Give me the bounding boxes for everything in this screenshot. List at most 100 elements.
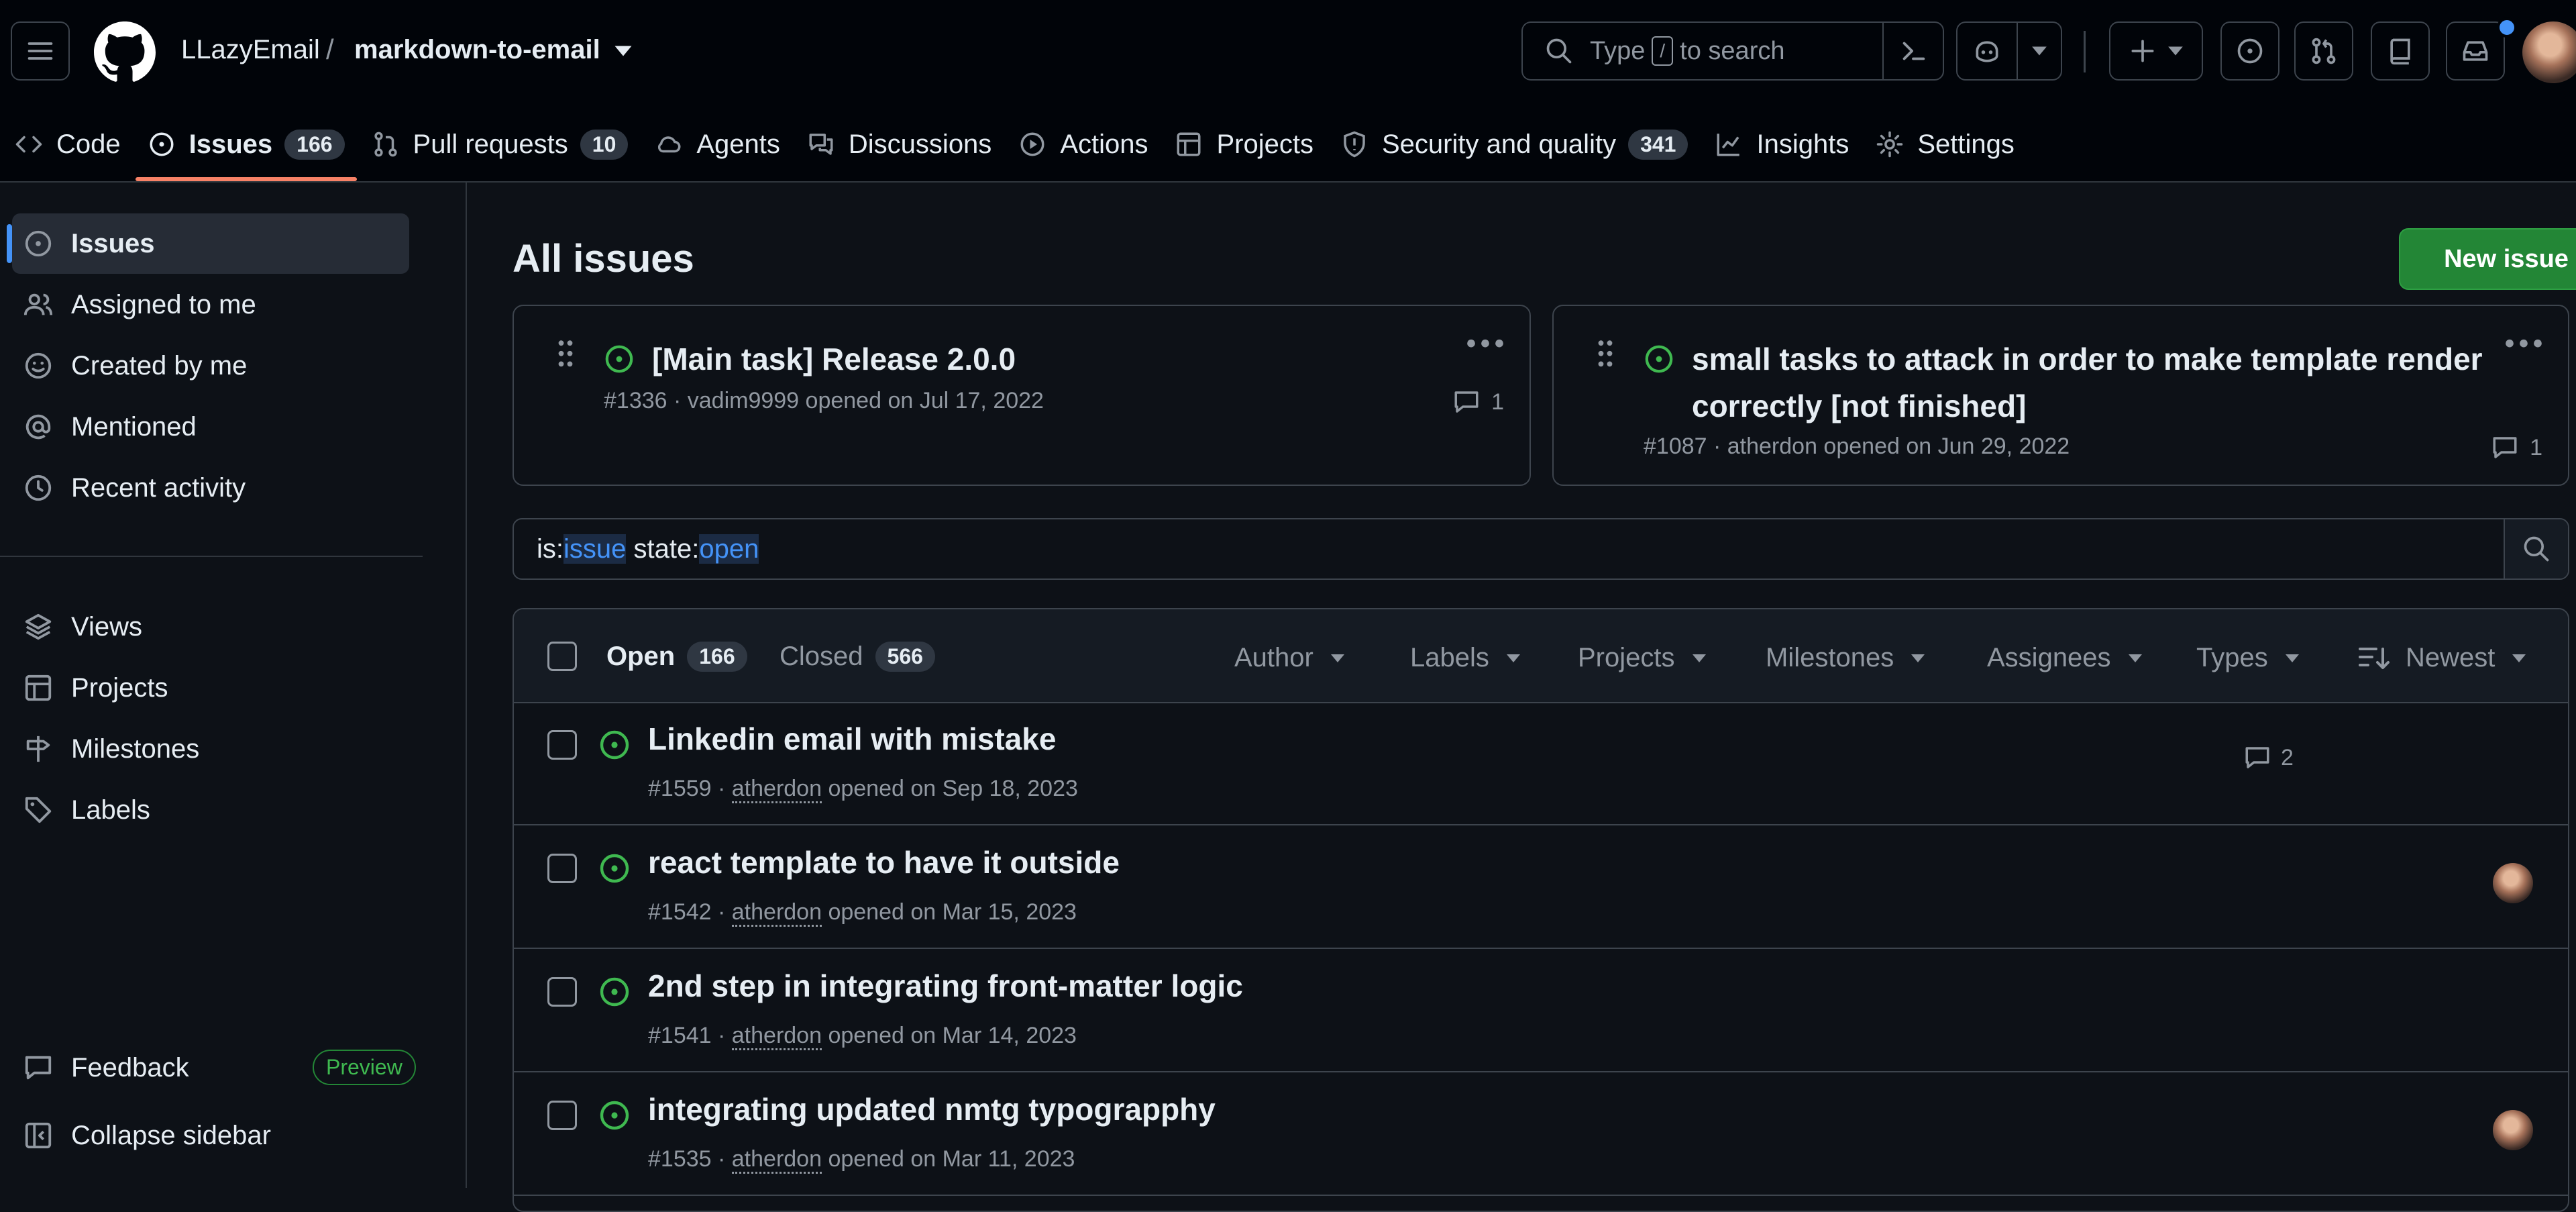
tab-agents[interactable]: Agents (643, 107, 792, 181)
assignee-avatar[interactable] (2493, 863, 2533, 903)
pinned-issue-comments[interactable]: 1 (2491, 434, 2542, 462)
milestone-icon (23, 734, 54, 764)
user-avatar[interactable] (2522, 21, 2576, 83)
chevron-down-icon (2284, 653, 2300, 664)
open-issues-tab[interactable]: Open 166 (606, 642, 747, 672)
pinned-issue-title[interactable]: small tasks to attack in order to make t… (1692, 336, 2487, 430)
sidebar-item-mentioned[interactable]: Mentioned (12, 397, 409, 457)
issues-list-header: Open 166 Closed 566 Author Labels Projects… (514, 609, 2568, 703)
issues-list: Open 166 Closed 566 Author Labels Projects… (513, 608, 2569, 1212)
chevron-down-icon (1910, 653, 1926, 664)
tab-projects[interactable]: Projects (1163, 107, 1326, 181)
tab-insights[interactable]: Insights (1703, 107, 1861, 181)
sidebar-item-created[interactable]: Created by me (12, 336, 409, 396)
filter-search-button[interactable] (2504, 519, 2568, 578)
issue-checkbox[interactable] (547, 854, 577, 883)
closed-label: Closed (780, 642, 863, 671)
issue-title-link[interactable]: 2nd step in integrating front-matter log… (648, 968, 1243, 1004)
tab-actions[interactable]: Actions (1006, 107, 1160, 181)
issue-title-link[interactable]: react template to have it outside (648, 844, 1120, 880)
tag-icon (23, 795, 54, 825)
issue-opened-icon (2235, 36, 2265, 66)
sidebar-item-issues[interactable]: Issues (7, 213, 409, 274)
issue-opened-date: opened on Mar 14, 2023 (822, 1023, 1077, 1048)
new-issue-button[interactable]: New issue (2399, 228, 2576, 290)
issue-number: #1559 · (648, 776, 732, 801)
issue-comments-link[interactable]: 2 (2243, 744, 2294, 772)
collapse-sidebar-button[interactable]: Collapse sidebar (12, 1105, 409, 1166)
copilot-menu-button[interactable] (2017, 21, 2062, 81)
pinned-issue-meta: #1087 · atherdon opened on Jun 29, 2022 (1644, 434, 2070, 459)
drag-handle-icon[interactable] (557, 340, 574, 367)
create-new-button[interactable] (2109, 21, 2203, 81)
issue-title-link[interactable]: Linkedin email with mistake (648, 721, 1056, 757)
tab-issues[interactable]: Issues 166 (135, 107, 357, 181)
repositories-button[interactable] (2371, 21, 2430, 81)
tab-settings[interactable]: Settings (1864, 107, 2027, 181)
issue-row[interactable]: Linkedin email with mistake #1559 · athe… (514, 702, 2568, 825)
search-placeholder-suffix: to search (1680, 36, 1785, 65)
smiley-icon (23, 350, 54, 381)
agent-cloud-icon (655, 130, 683, 158)
tab-security[interactable]: Security and quality 341 (1328, 107, 1700, 181)
issue-checkbox[interactable] (547, 730, 577, 760)
sidebar-item-labels[interactable]: Labels (12, 780, 409, 840)
comment-icon (1452, 388, 1481, 416)
tab-pull-requests[interactable]: Pull requests 10 (360, 107, 641, 181)
drag-handle-icon[interactable] (1597, 340, 1614, 367)
github-logo-icon[interactable] (94, 21, 156, 83)
issue-author-link[interactable]: atherdon (731, 899, 822, 927)
types-filter[interactable]: Types (2196, 643, 2300, 673)
assignees-filter[interactable]: Assignees (1987, 643, 2143, 673)
sidebar-item-assigned[interactable]: Assigned to me (12, 274, 409, 335)
select-all-checkbox[interactable] (547, 642, 577, 671)
sidebar-item-milestones[interactable]: Milestones (12, 719, 409, 779)
your-pull-requests-button[interactable] (2294, 21, 2353, 81)
sidebar-item-views[interactable]: Views (12, 597, 409, 657)
sidebar-item-label: Views (71, 611, 142, 642)
filter-query[interactable]: is:issue state:open (537, 534, 759, 564)
closed-issues-tab[interactable]: Closed 566 (780, 642, 935, 672)
issue-author-link[interactable]: atherdon (731, 1146, 822, 1174)
repo-name-link[interactable]: markdown-to-email (354, 35, 600, 65)
tab-label: Settings (1917, 129, 2015, 159)
copilot-button[interactable] (1956, 21, 2018, 81)
notifications-button[interactable] (2446, 21, 2505, 81)
issue-row[interactable]: react template to have it outside #1542 … (514, 825, 2568, 949)
issue-row[interactable]: integrating updated nmtg typograpphy #15… (514, 1072, 2568, 1196)
issue-checkbox[interactable] (547, 977, 577, 1007)
menu-button[interactable] (11, 21, 70, 81)
global-search-input[interactable]: Type / to search (1521, 21, 1884, 81)
issue-title-link[interactable]: integrating updated nmtg typograpphy (648, 1091, 1216, 1127)
page-title: All issues (513, 237, 694, 281)
issue-author-link[interactable]: atherdon (731, 1023, 822, 1050)
issue-row[interactable]: 2nd step in integrating front-matter log… (514, 949, 2568, 1072)
repo-owner-link[interactable]: LLazyEmail (181, 35, 320, 65)
issue-meta: #1542 · atherdon opened on Mar 15, 2023 (648, 899, 1077, 927)
kebab-menu-icon[interactable] (1466, 336, 1504, 356)
milestones-filter[interactable]: Milestones (1766, 643, 1926, 673)
your-issues-button[interactable] (2220, 21, 2279, 81)
repo-menu-caret-icon[interactable] (613, 44, 633, 59)
issue-author-link[interactable]: atherdon (731, 776, 822, 803)
command-palette-button[interactable] (1882, 21, 1944, 81)
sidebar-item-projects[interactable]: Projects (12, 658, 409, 718)
assignee-avatar[interactable] (2493, 1110, 2533, 1150)
pinned-issue-card[interactable]: [Main task] Release 2.0.0 #1336 · vadim9… (513, 305, 1531, 486)
labels-filter[interactable]: Labels (1410, 643, 1521, 673)
pinned-issue-comments[interactable]: 1 (1452, 388, 1504, 416)
pinned-issue-title[interactable]: [Main task] Release 2.0.0 (652, 336, 1449, 383)
projects-filter[interactable]: Projects (1578, 643, 1707, 673)
issue-meta: #1535 · atherdon opened on Mar 11, 2023 (648, 1146, 1075, 1174)
code-icon (15, 130, 43, 158)
tab-discussions[interactable]: Discussions (795, 107, 1004, 181)
pinned-issue-card[interactable]: small tasks to attack in order to make t… (1552, 305, 2569, 486)
author-filter[interactable]: Author (1234, 643, 1346, 673)
issue-checkbox[interactable] (547, 1101, 577, 1130)
terminal-icon (1898, 36, 1929, 66)
sort-dropdown[interactable]: Newest (2357, 643, 2527, 673)
issues-filter-input[interactable]: is:issue state:open (513, 518, 2569, 580)
tab-code[interactable]: Code (3, 107, 133, 181)
sidebar-item-recent-activity[interactable]: Recent activity (12, 458, 409, 518)
kebab-menu-icon[interactable] (2505, 336, 2542, 356)
